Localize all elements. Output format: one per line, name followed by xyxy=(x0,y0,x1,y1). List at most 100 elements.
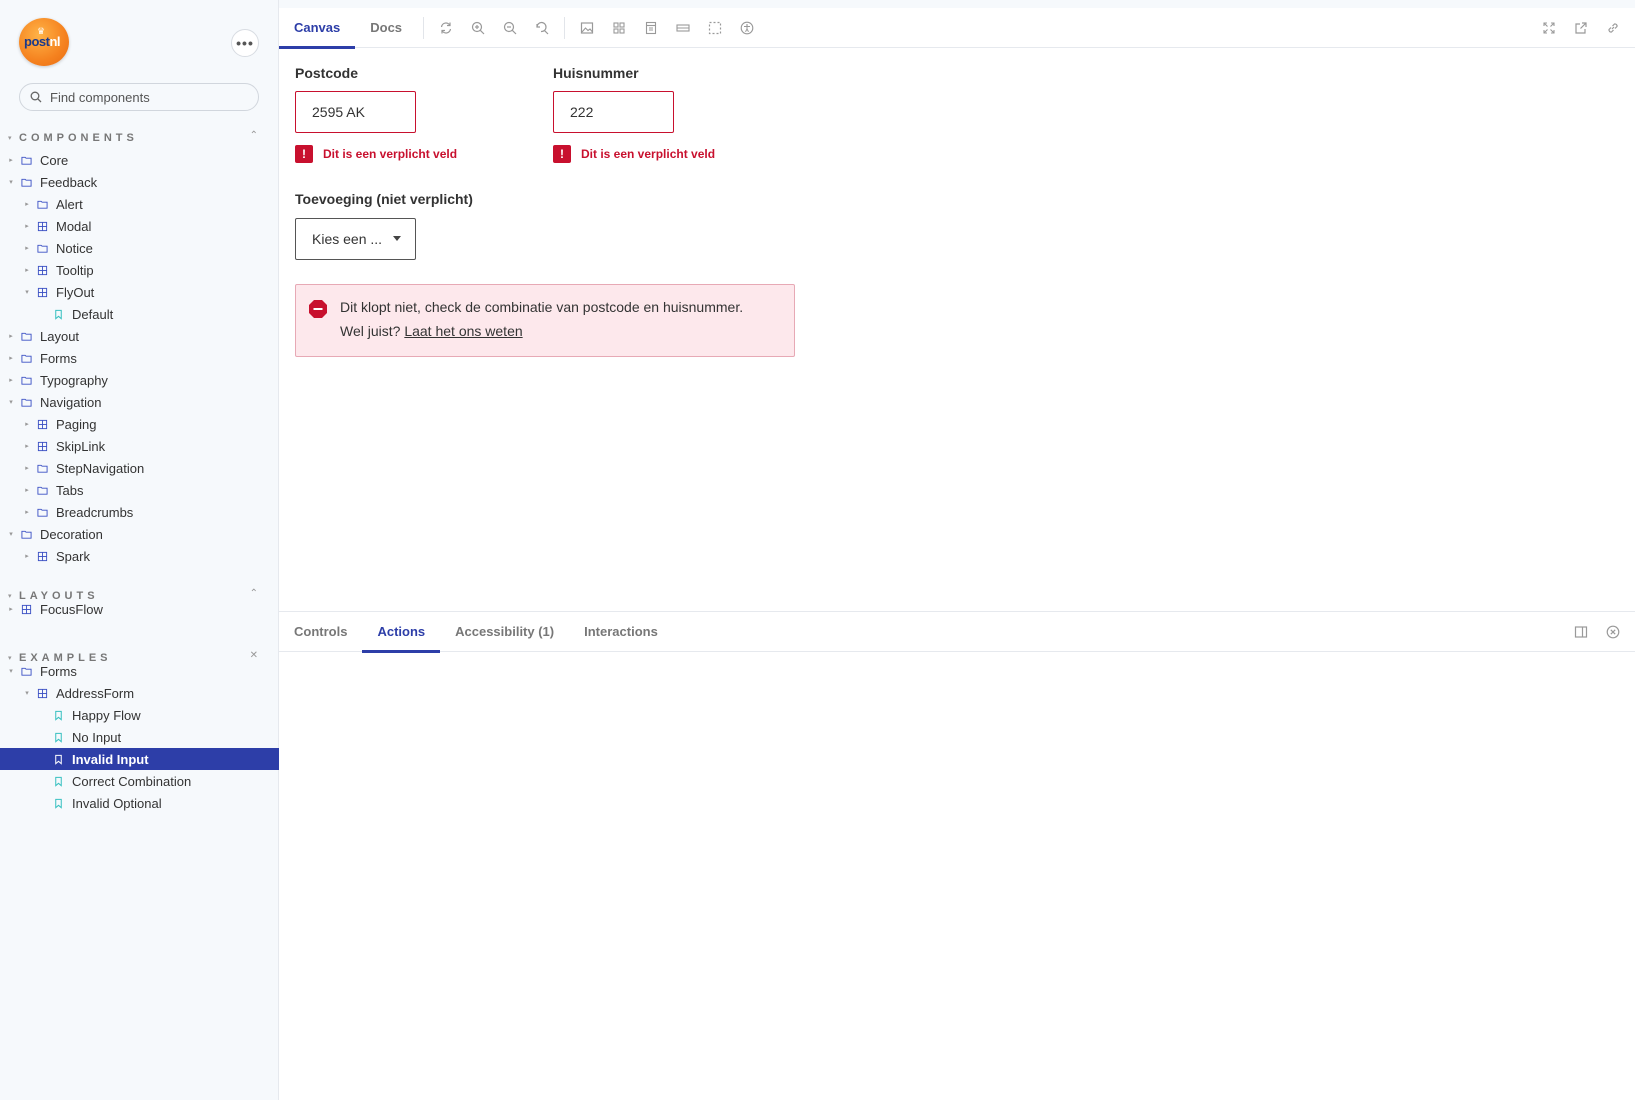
caret-right-icon[interactable]: ▸ xyxy=(6,156,16,164)
tree-item-stepnavigation[interactable]: ▸ StepNavigation xyxy=(0,457,279,479)
caret-right-icon[interactable]: ▸ xyxy=(22,420,32,428)
zoom-out-button[interactable] xyxy=(494,8,526,48)
tree-item-label: StepNavigation xyxy=(56,460,145,476)
bookmark-icon xyxy=(52,775,64,787)
open-new-tab-button[interactable] xyxy=(1565,8,1597,48)
measure-button[interactable] xyxy=(667,8,699,48)
tab-controls[interactable]: Controls xyxy=(279,612,362,652)
tree-item-navigation[interactable]: ▾ Navigation xyxy=(0,391,279,413)
component-icon xyxy=(20,603,32,615)
tree-item-alert[interactable]: ▸ Alert xyxy=(0,193,279,215)
grid-button[interactable] xyxy=(603,8,635,48)
search-input[interactable] xyxy=(50,89,250,105)
toolbar-divider xyxy=(423,16,425,39)
tree-item-label: SkipLink xyxy=(56,438,106,454)
report-link[interactable]: Laat het ons weten xyxy=(404,323,522,339)
caret-down-icon[interactable]: ▾ xyxy=(22,689,32,697)
tree-item-label: Paging xyxy=(56,416,97,432)
tree-item-focusflow[interactable]: ▸ FocusFlow xyxy=(0,598,279,620)
tree-item-label: Feedback xyxy=(40,174,98,190)
expand-collapse-icon[interactable]: ⌃ xyxy=(250,130,258,141)
tree-item-decoration[interactable]: ▾ Decoration xyxy=(0,523,279,545)
caret-down-icon[interactable]: ▾ xyxy=(22,288,32,296)
tree-item-label: FlyOut xyxy=(56,284,95,300)
caret-right-icon[interactable]: ▸ xyxy=(6,376,16,384)
caret-down-icon[interactable]: ▾ xyxy=(6,530,16,538)
search-box[interactable] xyxy=(19,83,259,111)
more-options-button[interactable]: ••• xyxy=(231,29,259,57)
caret-right-icon[interactable]: ▸ xyxy=(6,605,16,613)
component-icon xyxy=(36,687,48,699)
tree-item-layout[interactable]: ▸ Layout xyxy=(0,325,279,347)
tree-item-happy-flow[interactable]: Happy Flow xyxy=(0,704,279,726)
caret-down-icon[interactable]: ▾ xyxy=(6,667,16,675)
tree-item-forms[interactable]: ▸ Forms xyxy=(0,347,279,369)
tree-item-core[interactable]: ▸ Core xyxy=(0,149,279,171)
copy-link-button[interactable] xyxy=(1597,8,1629,48)
tab-interactions[interactable]: Interactions xyxy=(569,612,673,652)
tree-item-feedback[interactable]: ▾ Feedback xyxy=(0,171,279,193)
postcode-input[interactable] xyxy=(295,91,416,133)
caret-right-icon[interactable]: ▸ xyxy=(22,464,32,472)
caret-right-icon[interactable]: ▸ xyxy=(22,442,32,450)
tree-item-forms-examples[interactable]: ▾ Forms xyxy=(0,660,279,682)
close-panel-button[interactable] xyxy=(1597,612,1629,652)
tree-item-invalid-input[interactable]: Invalid Input xyxy=(0,748,279,770)
caret-right-icon[interactable]: ▸ xyxy=(6,332,16,340)
caret-right-icon[interactable]: ▸ xyxy=(22,508,32,516)
tree-item-label: Modal xyxy=(56,218,92,234)
folder-icon xyxy=(20,154,32,166)
caret-right-icon[interactable]: ▸ xyxy=(22,552,32,560)
caret-right-icon[interactable]: ▸ xyxy=(22,486,32,494)
tab-actions[interactable]: Actions xyxy=(362,612,440,653)
tree-item-spark[interactable]: ▸ Spark xyxy=(0,545,279,567)
viewport-button[interactable] xyxy=(635,8,667,48)
tree-item-modal[interactable]: ▸ Modal xyxy=(0,215,279,237)
tree-item-flyout[interactable]: ▾ FlyOut xyxy=(0,281,279,303)
zoom-reset-button[interactable] xyxy=(526,8,558,48)
caret-right-icon[interactable]: ▸ xyxy=(22,200,32,208)
zoom-out-icon xyxy=(503,21,517,34)
tab-docs[interactable]: Docs xyxy=(355,8,417,48)
caret-right-icon[interactable]: ▸ xyxy=(22,222,32,230)
panel-orientation-button[interactable] xyxy=(1565,612,1597,652)
tree-item-invalid-optional[interactable]: Invalid Optional xyxy=(0,792,279,814)
caret-right-icon[interactable]: ▸ xyxy=(22,244,32,252)
toevoeging-select[interactable]: Kies een ... xyxy=(295,218,416,260)
tree-item-label: Correct Combination xyxy=(72,773,192,789)
postnl-logo[interactable]: ♛ postnl xyxy=(19,18,69,66)
alert-message: Dit klopt niet, check de combinatie van … xyxy=(340,299,744,315)
tree-item-tabs[interactable]: ▸ Tabs xyxy=(0,479,279,501)
components-section-header[interactable]: ▾ COMPONENTS ⌃ xyxy=(8,130,258,146)
main-panel: Canvas Docs Postcode ! Dit is een verpli… xyxy=(279,8,1635,1100)
tree-item-no-input[interactable]: No Input xyxy=(0,726,279,748)
tree-item-notice[interactable]: ▸ Notice xyxy=(0,237,279,259)
tree-item-tooltip[interactable]: ▸ Tooltip xyxy=(0,259,279,281)
tree-item-skiplink[interactable]: ▸ SkipLink xyxy=(0,435,279,457)
tree-item-label: Layout xyxy=(40,328,80,344)
accessibility-icon xyxy=(740,21,754,34)
tree-item-breadcrumbs[interactable]: ▸ Breadcrumbs xyxy=(0,501,279,523)
zoom-in-button[interactable] xyxy=(462,8,494,48)
tab-canvas[interactable]: Canvas xyxy=(279,8,356,49)
reload-button[interactable] xyxy=(430,8,462,48)
tab-accessibility[interactable]: Accessibility (1) xyxy=(440,612,569,652)
tree-item-paging[interactable]: ▸ Paging xyxy=(0,413,279,435)
folder-icon xyxy=(20,330,32,342)
caret-down-icon[interactable]: ▾ xyxy=(6,178,16,186)
caret-down-icon[interactable]: ▾ xyxy=(6,398,16,406)
folder-icon xyxy=(36,242,48,254)
background-button[interactable] xyxy=(571,8,603,48)
outline-button[interactable] xyxy=(699,8,731,48)
tree-item-correct-combination[interactable]: Correct Combination xyxy=(0,770,279,792)
tree-item-default[interactable]: Default xyxy=(0,303,279,325)
caret-right-icon[interactable]: ▸ xyxy=(6,354,16,362)
tree-item-addressform[interactable]: ▾ AddressForm xyxy=(0,682,279,704)
huisnummer-input[interactable] xyxy=(553,91,674,133)
external-link-icon xyxy=(1575,22,1587,34)
fullscreen-button[interactable] xyxy=(1533,8,1565,48)
tree-item-typography[interactable]: ▸ Typography xyxy=(0,369,279,391)
search-icon xyxy=(30,91,42,103)
vision-simulator-button[interactable] xyxy=(731,8,763,48)
caret-right-icon[interactable]: ▸ xyxy=(22,266,32,274)
